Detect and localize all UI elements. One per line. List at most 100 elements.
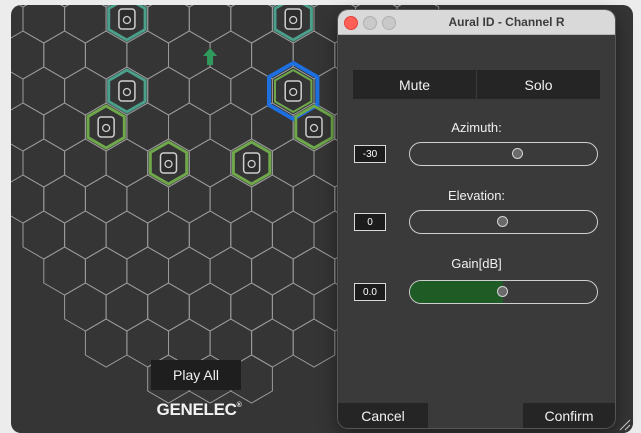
hex-cell[interactable] — [126, 246, 169, 296]
gain-slider-fill — [410, 281, 503, 303]
speaker[interactable] — [294, 104, 334, 150]
hex-cell[interactable] — [230, 5, 273, 44]
gain-value-field[interactable]: 0.0 — [354, 283, 386, 301]
hex-cell[interactable] — [147, 66, 190, 116]
gain-label: Gain[dB] — [451, 256, 502, 271]
hex-cell[interactable] — [168, 102, 211, 152]
hex-cell[interactable] — [292, 30, 336, 80]
hex-cell[interactable] — [209, 174, 253, 224]
hex-cell[interactable] — [168, 30, 211, 80]
cancel-button[interactable]: Cancel — [338, 403, 428, 428]
hex-cell[interactable] — [43, 102, 86, 152]
hex-cell[interactable] — [271, 138, 315, 188]
hex-cell[interactable] — [147, 282, 190, 332]
speaker[interactable] — [231, 140, 272, 186]
hex-cell[interactable] — [22, 5, 66, 44]
gain-slider[interactable] — [409, 280, 598, 304]
hex-cell[interactable] — [22, 66, 66, 116]
hex-cell[interactable] — [126, 102, 169, 152]
speaker-cone-icon — [122, 87, 132, 97]
hex-cell[interactable] — [105, 138, 149, 188]
speaker[interactable] — [86, 104, 126, 150]
hex-cell[interactable] — [230, 282, 273, 332]
elevation-label: Elevation: — [447, 188, 506, 203]
speaker-cone-icon — [289, 15, 298, 25]
hex-cell[interactable] — [168, 246, 211, 296]
hex-cell[interactable] — [105, 210, 149, 260]
hex-cell[interactable] — [22, 138, 66, 188]
hex-cell[interactable] — [64, 138, 107, 188]
gain-slider-knob[interactable] — [497, 286, 508, 297]
hex-cell[interactable] — [230, 210, 273, 260]
genelec-logo: GENELEC® — [149, 400, 249, 420]
hex-cell[interactable] — [271, 282, 315, 332]
hex-cell[interactable] — [84, 318, 128, 368]
zoom-button[interactable] — [382, 16, 396, 30]
hex-cell[interactable] — [209, 30, 253, 80]
elevation-slider[interactable] — [409, 210, 598, 234]
hex-cell[interactable] — [43, 246, 86, 296]
hex-cell[interactable] — [11, 174, 45, 224]
selected-speaker[interactable] — [267, 60, 320, 122]
hex-cell[interactable] — [251, 246, 294, 296]
hex-cell[interactable] — [188, 66, 232, 116]
logo-text: GENELEC — [156, 400, 237, 419]
hex-cell[interactable] — [292, 246, 336, 296]
solo-button[interactable]: Solo — [477, 70, 600, 99]
elevation-value-field[interactable]: 0 — [354, 213, 386, 231]
minimize-button[interactable] — [363, 16, 377, 30]
hex-cell[interactable] — [105, 282, 149, 332]
speaker[interactable] — [148, 140, 189, 186]
hex-cell[interactable] — [209, 102, 253, 152]
hex-cell[interactable] — [84, 246, 128, 296]
hex-cell[interactable] — [168, 174, 211, 224]
speaker[interactable] — [107, 5, 147, 42]
hex-cell[interactable] — [11, 30, 45, 80]
close-button[interactable] — [344, 16, 358, 30]
speaker[interactable] — [273, 5, 313, 42]
hex-cell[interactable] — [43, 30, 86, 80]
hex-cell[interactable] — [188, 210, 232, 260]
hex-cell[interactable] — [11, 5, 44, 8]
hex-cell[interactable] — [251, 30, 294, 80]
hex-cell[interactable] — [64, 282, 107, 332]
hex-cell[interactable] — [126, 174, 169, 224]
hex-cell[interactable] — [64, 5, 107, 44]
speaker-cone-icon — [101, 123, 111, 133]
azimuth-slider[interactable] — [409, 142, 598, 166]
hex-cell[interactable] — [271, 210, 315, 260]
azimuth-label: Azimuth: — [451, 120, 502, 135]
hex-cell[interactable] — [84, 174, 128, 224]
hex-cell[interactable] — [64, 210, 107, 260]
dialog-titlebar[interactable]: Aural ID - Channel R — [338, 10, 615, 35]
hex-cell[interactable] — [251, 174, 294, 224]
hex-cell[interactable] — [147, 5, 190, 44]
confirm-button[interactable]: Confirm — [523, 403, 615, 428]
hex-cell[interactable] — [11, 102, 45, 152]
dialog-title: Aural ID - Channel R — [448, 15, 565, 29]
azimuth-value-field[interactable]: -30 — [354, 145, 386, 163]
hex-cell[interactable] — [22, 210, 66, 260]
hex-cell[interactable] — [43, 174, 86, 224]
mute-button[interactable]: Mute — [353, 70, 476, 99]
speaker[interactable] — [107, 68, 147, 114]
resize-grip-icon[interactable] — [617, 417, 631, 431]
aural-id-dialog: Aural ID - Channel R Mute Solo Azimuth: … — [338, 10, 615, 428]
hex-cell[interactable] — [209, 246, 253, 296]
hex-cell[interactable] — [188, 5, 232, 44]
hex-cell[interactable] — [292, 174, 336, 224]
hex-cell[interactable] — [126, 30, 169, 80]
elevation-slider-knob[interactable] — [497, 216, 508, 227]
azimuth-slider-knob[interactable] — [512, 148, 523, 159]
hex-cell[interactable] — [292, 318, 336, 368]
hex-cell[interactable] — [188, 282, 232, 332]
hex-cell[interactable] — [147, 210, 190, 260]
hex-cell[interactable] — [188, 138, 232, 188]
hex-cell[interactable] — [84, 30, 128, 80]
hex-cell[interactable] — [251, 102, 294, 152]
play-all-button[interactable]: Play All — [151, 360, 241, 390]
hex-cell[interactable] — [230, 66, 273, 116]
up-arrow-icon — [203, 48, 218, 65]
hex-cell[interactable] — [64, 66, 107, 116]
hex-cell[interactable] — [251, 318, 294, 368]
